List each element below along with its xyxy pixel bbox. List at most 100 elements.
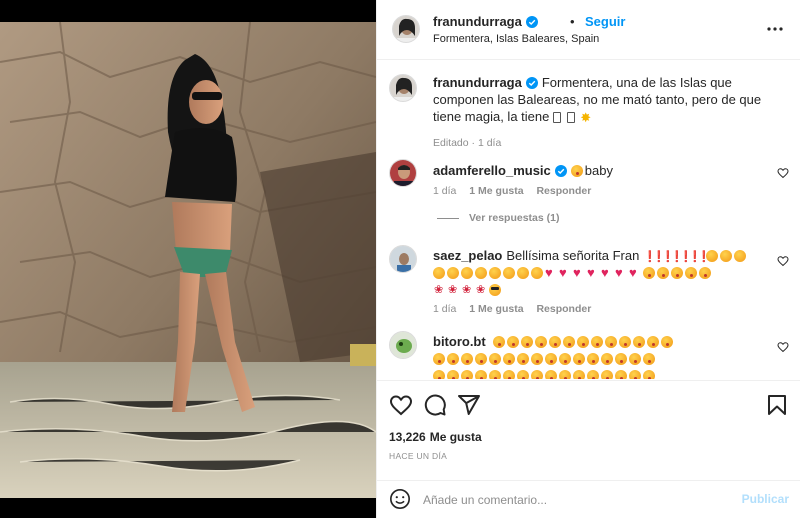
comment-input[interactable]: [423, 490, 723, 510]
kiss-emoji-icon: [559, 370, 571, 379]
kiss-emoji-icon: [633, 336, 646, 348]
star-eyes-emoji-icon: [531, 267, 543, 279]
like-comment-heart-icon[interactable]: [777, 167, 789, 179]
red-heart-emoji-icon: [629, 264, 641, 281]
caption-username[interactable]: franundurraga: [433, 75, 522, 90]
kiss-emoji-icon: [563, 336, 576, 348]
kiss-emoji-icon: [489, 370, 501, 379]
likes-number[interactable]: 13,226: [389, 430, 426, 444]
reply-button[interactable]: Responder: [536, 185, 591, 197]
red-heart-emoji-icon: [615, 264, 627, 281]
star-eyes-emoji-icon: [503, 267, 515, 279]
reply-button[interactable]: Responder: [536, 303, 591, 315]
share-icon[interactable]: [457, 393, 481, 417]
rose-emoji-icon: [447, 282, 459, 299]
post-photo-illustration: [0, 22, 376, 498]
kiss-emoji-icon: [661, 336, 674, 348]
post-photo[interactable]: [0, 22, 376, 498]
star-eyes-emoji-icon: [719, 250, 732, 262]
kiss-emoji-icon: [601, 370, 613, 379]
exclamation-emoji-icon: [661, 249, 675, 266]
kiss-emoji-icon: [643, 353, 655, 365]
caption-avatar[interactable]: [389, 74, 417, 102]
follow-button[interactable]: Seguir: [585, 14, 625, 29]
rose-emoji-icon: [433, 282, 445, 299]
emoji-icon[interactable]: [389, 488, 411, 510]
verified-badge-icon: [554, 165, 567, 177]
star-eyes-emoji-icon: [517, 267, 529, 279]
likes-count[interactable]: 13,226 Me gusta: [389, 430, 482, 444]
comment-meta: 1 día 1 Me gusta Responder: [433, 185, 601, 197]
comment-time: 1 día: [433, 185, 457, 197]
kiss-emoji-icon: [531, 353, 543, 365]
kiss-emoji-icon: [647, 336, 660, 348]
star-eyes-emoji-icon: [433, 267, 445, 279]
author-username-text[interactable]: franundurraga: [433, 14, 522, 29]
kiss-emoji-icon: [535, 336, 548, 348]
exclamation-emoji-icon: [688, 249, 702, 266]
star-eyes-emoji-icon: [461, 267, 473, 279]
kiss-emoji-icon: [570, 165, 583, 177]
caption-avatar-image: [390, 75, 416, 101]
location-link[interactable]: Formentera, Islas Baleares, Spain: [433, 33, 599, 45]
heart-icon[interactable]: [389, 393, 413, 417]
kiss-emoji-icon: [629, 370, 641, 379]
commenter-avatar[interactable]: [389, 245, 417, 273]
comment-likes[interactable]: 1 Me gusta: [469, 303, 523, 315]
kiss-emoji-icon: [517, 353, 529, 365]
red-heart-emoji-icon: [587, 264, 599, 281]
rose-emoji-icon: [475, 282, 487, 299]
like-comment-heart-icon[interactable]: [777, 341, 789, 353]
kiss-emoji-icon: [601, 353, 613, 365]
comment-meta: 1 día 1 Me gusta Responder: [433, 303, 601, 315]
commenter-avatar[interactable]: [389, 331, 417, 359]
likes-label[interactable]: Me gusta: [430, 430, 482, 444]
caption-meta: Editado · 1 día: [433, 137, 502, 149]
bookmark-icon[interactable]: [765, 393, 789, 417]
kiss-emoji-icon: [545, 370, 557, 379]
exclamation-emoji-icon: [697, 249, 711, 266]
author-username[interactable]: franundurraga: [433, 14, 538, 29]
comment-username[interactable]: bitoro.bt: [433, 334, 486, 349]
commenter-avatar-image: [390, 160, 416, 186]
red-heart-emoji-icon: [545, 264, 557, 281]
view-replies-button[interactable]: Ver respuestas (1): [437, 212, 559, 224]
comment-text: saez_pelao Bellísima señorita Fran: [433, 247, 773, 299]
kiss-emoji-icon: [619, 336, 632, 348]
exclamation-emoji-icon: [652, 249, 666, 266]
kiss-emoji-icon: [503, 370, 515, 379]
kiss-emoji-icon: [475, 370, 487, 379]
author-avatar-image: [393, 16, 419, 42]
comments-list[interactable]: franundurraga Formentera, una de las Isla…: [377, 61, 800, 379]
star-eyes-emoji-icon: [733, 250, 746, 262]
red-heart-emoji-icon: [601, 264, 613, 281]
view-replies-label[interactable]: Ver respuestas (1): [469, 212, 559, 224]
kiss-emoji-icon: [587, 353, 599, 365]
comment-body: baby: [584, 163, 613, 178]
kiss-emoji-icon: [461, 353, 473, 365]
kiss-emoji-icon: [615, 370, 627, 379]
like-comment-heart-icon[interactable]: [777, 255, 789, 267]
exclamation-emoji-icon: [670, 249, 684, 266]
comment-username[interactable]: adamferello_music: [433, 163, 551, 178]
kiss-emoji-icon: [461, 370, 473, 379]
commenter-avatar[interactable]: [389, 159, 417, 187]
kiss-emoji-icon: [559, 353, 571, 365]
red-heart-emoji-icon: [573, 264, 585, 281]
author-avatar[interactable]: [392, 15, 420, 43]
publish-button[interactable]: Publicar: [742, 492, 789, 506]
kiss-emoji-icon: [493, 336, 506, 348]
rose-emoji-icon: [461, 282, 473, 299]
kiss-emoji-icon: [447, 353, 459, 365]
comment-icon[interactable]: [423, 393, 447, 417]
kiss-emoji-icon: [573, 370, 585, 379]
more-options-icon[interactable]: [763, 19, 787, 39]
comment-likes[interactable]: 1 Me gusta: [469, 185, 523, 197]
comment-row: adamferello_music baby 1 día 1 Me gusta R…: [377, 159, 800, 239]
separator-dot: •: [570, 14, 575, 29]
caption-text: franundurraga Formentera, una de las Isla…: [433, 74, 773, 126]
kiss-emoji-icon: [577, 336, 590, 348]
commenter-avatar-image: [390, 332, 416, 358]
comment-username[interactable]: saez_pelao: [433, 248, 502, 263]
kiss-emoji-icon: [447, 370, 459, 379]
